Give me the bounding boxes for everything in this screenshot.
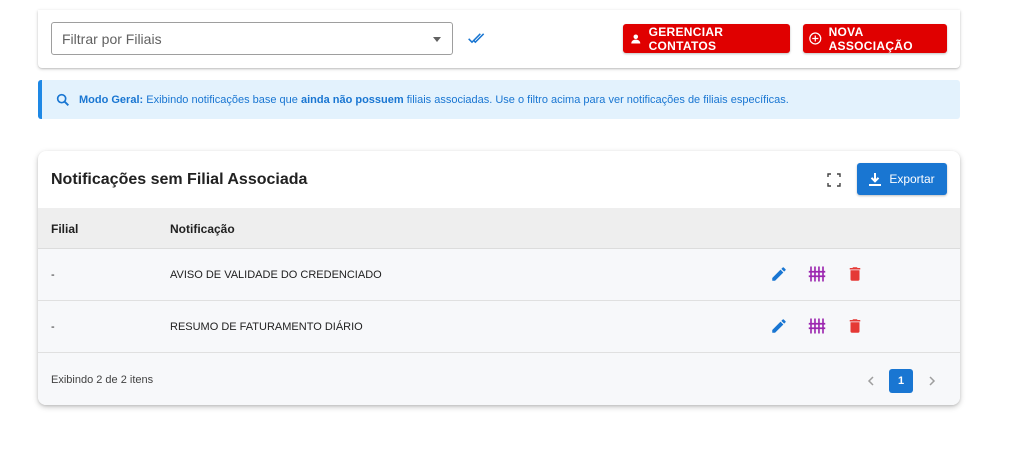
manage-contacts-label: GERENCIAR CONTATOS xyxy=(648,24,724,53)
delete-icon[interactable] xyxy=(846,317,864,335)
items-count: Exibindo 2 de 2 itens xyxy=(51,374,154,386)
new-association-button[interactable]: NOVA ASSOCIAÇÃO xyxy=(803,24,947,53)
table-row: - RESUMO DE FATURAMENTO DIÁRIO xyxy=(38,301,960,353)
cell-filial: - xyxy=(51,269,55,281)
column-header-notificacao[interactable]: Notificação xyxy=(170,222,235,236)
alert-label: Modo Geral: xyxy=(79,93,144,106)
branch-filter-select[interactable]: Filtrar por Filiais xyxy=(51,22,453,55)
filter-toolbar: Filtrar por Filiais GERENCIAR CONTATOS N… xyxy=(38,10,960,68)
alert-text-after: filiais associadas. Use o filtro acima p… xyxy=(403,93,789,106)
new-association-label: NOVA ASSOCIAÇÃO xyxy=(828,24,913,53)
caret-down-icon xyxy=(433,37,441,42)
chevron-right-icon[interactable] xyxy=(920,369,944,393)
contacts-icon[interactable] xyxy=(808,317,826,335)
alert-message: Modo Geral: Exibindo notificações base q… xyxy=(79,94,789,106)
export-label: Exportar xyxy=(889,172,935,186)
fullscreen-icon[interactable] xyxy=(827,173,841,187)
export-button[interactable]: Exportar xyxy=(857,163,947,195)
table-footer: Exibindo 2 de 2 itens 1 xyxy=(38,353,960,405)
double-check-icon[interactable] xyxy=(466,28,488,48)
table-row: - AVISO DE VALIDADE DO CREDENCIADO xyxy=(38,249,960,301)
alert-text-before: Exibindo notificações base que xyxy=(143,93,301,106)
edit-icon[interactable] xyxy=(770,265,788,283)
table-title: Notificações sem Filial Associada xyxy=(51,171,308,188)
table-header: Filial Notificação xyxy=(38,208,960,249)
manage-contacts-button[interactable]: GERENCIAR CONTATOS xyxy=(623,24,790,53)
notifications-table-card: Notificações sem Filial Associada Export… xyxy=(38,151,960,405)
search-icon xyxy=(56,93,69,106)
cell-filial: - xyxy=(51,321,55,333)
general-mode-alert: Modo Geral: Exibindo notificações base q… xyxy=(38,80,960,119)
download-icon xyxy=(869,172,882,186)
cell-notificacao: AVISO DE VALIDADE DO CREDENCIADO xyxy=(170,269,382,281)
column-header-filial[interactable]: Filial xyxy=(51,222,78,236)
page-button-current[interactable]: 1 xyxy=(889,369,913,393)
branch-filter-placeholder: Filtrar por Filiais xyxy=(62,30,162,47)
cell-notificacao: RESUMO DE FATURAMENTO DIÁRIO xyxy=(170,321,363,333)
person-icon xyxy=(631,33,641,44)
contacts-icon[interactable] xyxy=(808,265,826,283)
delete-icon[interactable] xyxy=(846,265,864,283)
alert-text-bold: ainda não possuem xyxy=(300,93,404,106)
chevron-left-icon[interactable] xyxy=(859,369,883,393)
edit-icon[interactable] xyxy=(770,317,788,335)
add-circle-icon xyxy=(809,32,822,45)
